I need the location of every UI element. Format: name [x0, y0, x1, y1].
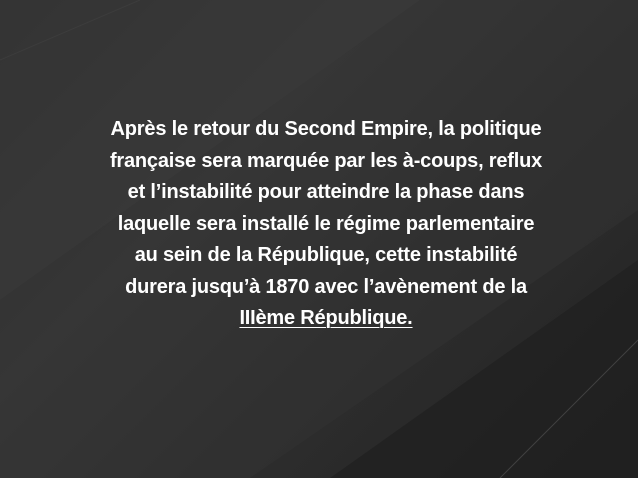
- slide-body-text: Après le retour du Second Empire, la pol…: [52, 114, 600, 335]
- text-line-4: laquelle sera installé le régime parleme…: [117, 212, 535, 235]
- slide: Après le retour du Second Empire, la pol…: [0, 0, 638, 478]
- text-line-5: au sein de la République, cette instabil…: [134, 244, 518, 266]
- text-line-3: et l’instabilité pour atteindre la phase…: [127, 181, 525, 203]
- text-line-2: française sera marquée par les à-coups, …: [109, 149, 543, 172]
- text-line-7: IIIème République.: [239, 307, 413, 329]
- text-line-1: Après le retour du Second Empire, la pol…: [110, 118, 542, 140]
- text-line-6: durera jusqu’à 1870 avec l’avènement de …: [125, 275, 527, 298]
